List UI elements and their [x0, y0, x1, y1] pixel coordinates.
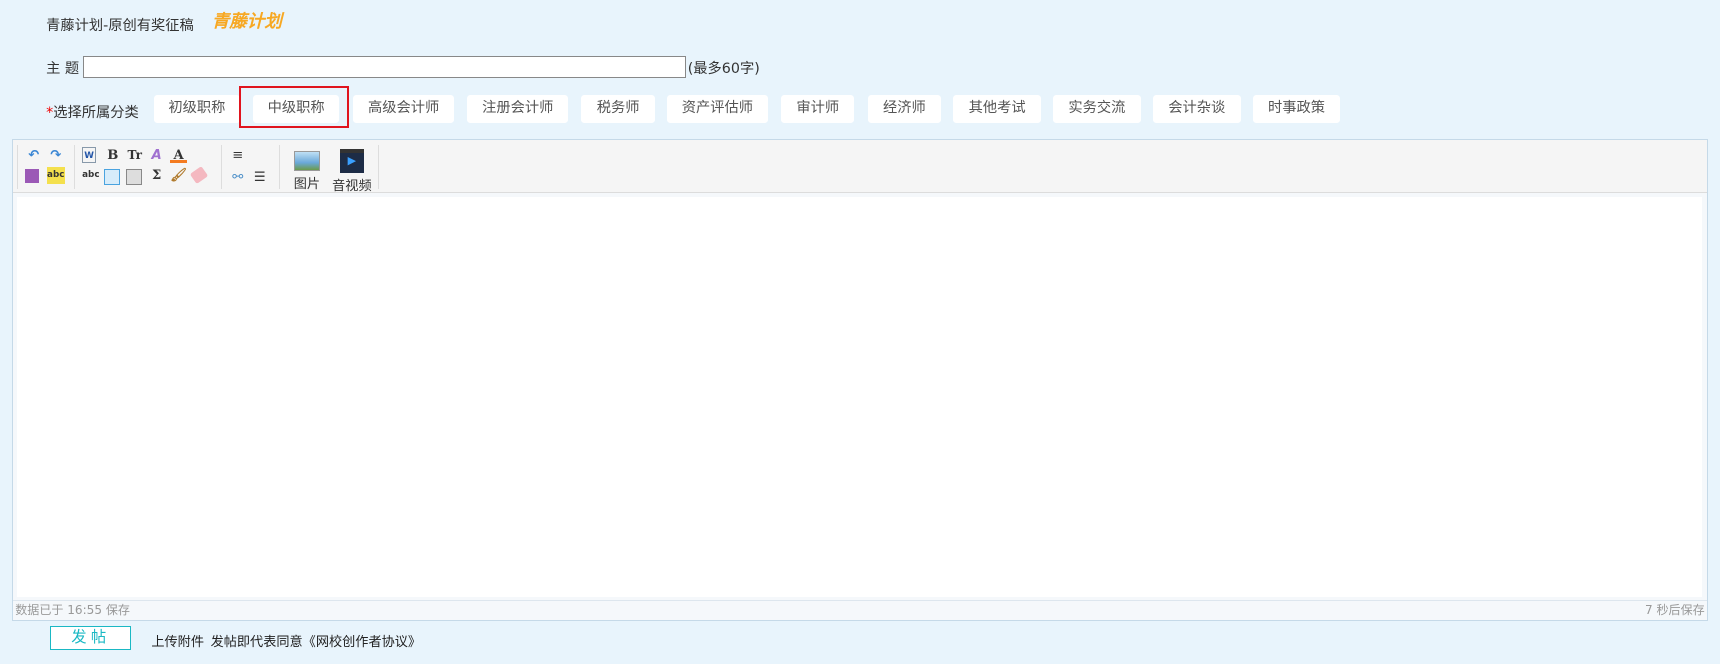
- font-size-icon[interactable]: Tr: [126, 147, 144, 165]
- editor-toolbar: ↶ ↷ abc W B Tr A A abc Σ 🖌 ≡ ⚯ ☰ 图片 ▶ 音视…: [13, 140, 1707, 194]
- format-icon[interactable]: A: [148, 147, 166, 165]
- redo-icon[interactable]: ↷: [47, 147, 65, 165]
- save-icon[interactable]: [25, 168, 40, 184]
- category-zatan[interactable]: 会计杂谈: [1152, 95, 1241, 123]
- editor-content[interactable]: [17, 197, 1703, 597]
- format-brush-icon[interactable]: 🖌: [170, 167, 188, 185]
- image-icon: [293, 151, 320, 171]
- undo-icon[interactable]: ↶: [25, 147, 43, 165]
- bold-icon[interactable]: B: [104, 147, 122, 165]
- category-zhuce[interactable]: 注册会计师: [467, 95, 569, 123]
- category-jingji[interactable]: 经济师: [867, 95, 942, 123]
- category-shiwu[interactable]: 实务交流: [1053, 95, 1141, 123]
- category-label-text: 选择所属分类: [53, 104, 139, 121]
- video-icon: ▶: [339, 149, 364, 173]
- table-icon[interactable]: [104, 168, 121, 186]
- category-zichan[interactable]: 资产评估师: [666, 95, 768, 123]
- editor-status-bar: 数据已于 16:55 保存 7 秒后保存: [13, 599, 1707, 621]
- post-button[interactable]: 发帖: [50, 626, 132, 651]
- insert-video-button[interactable]: ▶ 音视频: [330, 149, 374, 194]
- align-left-icon[interactable]: ≡: [229, 147, 247, 165]
- qingteng-logo: 青藤计划: [211, 11, 282, 32]
- insert-image-button[interactable]: 图片: [290, 151, 323, 192]
- rich-text-editor: ↶ ↷ abc W B Tr A A abc Σ 🖌 ≡ ⚯ ☰ 图片 ▶ 音视…: [12, 139, 1708, 621]
- eraser-icon[interactable]: [189, 165, 209, 184]
- autosave-countdown: 7 秒后保存: [1644, 602, 1705, 617]
- spellcheck-icon[interactable]: abc: [46, 166, 65, 185]
- selected-category-highlight: [239, 85, 349, 129]
- category-qita[interactable]: 其他考试: [953, 95, 1041, 123]
- table-grid-icon[interactable]: [125, 168, 143, 186]
- formula-icon[interactable]: Σ: [148, 167, 166, 185]
- paste-word-icon[interactable]: W: [82, 146, 97, 164]
- subject-hint: (最多60字): [687, 61, 760, 78]
- category-label: *选择所属分类: [46, 101, 139, 122]
- saved-status: 数据已于 16:55 保存: [15, 602, 130, 617]
- font-color-icon[interactable]: A: [169, 147, 188, 164]
- category-shuiwu[interactable]: 税务师: [581, 95, 655, 123]
- agreement-link[interactable]: 发帖即代表同意《网校创作者协议》: [211, 631, 422, 650]
- page-title: 青藤计划-原创有奖征稿: [46, 18, 194, 35]
- video-label: 音视频: [332, 178, 372, 194]
- subject-input[interactable]: [83, 55, 687, 78]
- category-chuji[interactable]: 初级职称: [153, 95, 241, 123]
- category-shenji[interactable]: 审计师: [780, 95, 855, 123]
- image-label: 图片: [293, 176, 321, 192]
- upload-attachment-link[interactable]: 上传附件: [151, 631, 204, 650]
- subject-label: 主 题: [46, 61, 80, 78]
- category-gaoji[interactable]: 高级会计师: [353, 95, 455, 123]
- category-shishi[interactable]: 时事政策: [1252, 95, 1341, 123]
- ordered-list-icon[interactable]: ☰: [251, 169, 269, 187]
- unlink-icon[interactable]: ⚯: [229, 169, 247, 187]
- spell-icon[interactable]: abc: [82, 167, 100, 185]
